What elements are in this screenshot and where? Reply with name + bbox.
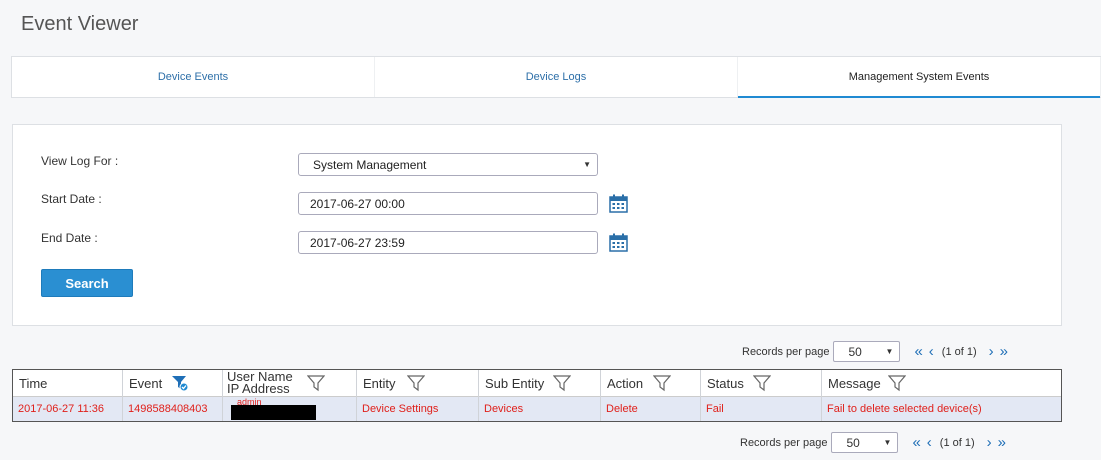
last-page-button[interactable]: » [1000,343,1008,360]
tab-device-logs[interactable]: Device Logs [375,57,738,97]
column-header-time[interactable]: Time [13,370,123,397]
calendar-icon[interactable] [609,233,628,252]
table-row[interactable]: 2017-06-27 11:36 1498588408403 admin Dev… [13,397,1061,421]
filter-active-icon[interactable] [171,374,189,392]
cell-event: 1498588408403 [123,397,223,421]
caret-down-icon: ▼ [583,160,591,169]
prev-page-button[interactable]: ‹ [929,343,934,360]
records-per-page-value: 50 [848,345,862,359]
records-per-page-select[interactable]: 50 ▼ [831,432,899,453]
view-log-for-value: System Management [313,158,427,172]
filter-icon[interactable] [753,374,771,392]
cell-entity: Device Settings [357,397,479,421]
column-header-status[interactable]: Status [701,370,822,397]
cell-user-ip: admin [223,397,357,421]
filter-icon[interactable] [307,374,325,392]
records-per-page-label: Records per page [742,345,830,358]
caret-down-icon: ▼ [883,438,892,447]
cell-sub-entity: Devices [479,397,601,421]
caret-down-icon: ▼ [885,347,894,356]
redacted-ip-address [231,405,316,420]
cell-message: Fail to delete selected device(s) [827,403,982,415]
first-page-button[interactable]: « [914,343,922,360]
calendar-icon[interactable] [609,194,628,213]
cell-time: 2017-06-27 11:36 [13,397,123,421]
last-page-button[interactable]: » [998,434,1006,451]
view-log-for-label: View Log For : [41,154,119,168]
view-log-for-select[interactable]: System Management ▼ [298,153,598,176]
column-header-entity[interactable]: Entity [357,370,479,397]
end-date-label: End Date : [41,231,98,245]
column-header-sub-entity[interactable]: Sub Entity [479,370,601,397]
first-page-button[interactable]: « [912,434,920,451]
prev-page-button[interactable]: ‹ [927,434,932,451]
page-title: Event Viewer [21,13,139,35]
end-date-input[interactable]: 2017-06-27 23:59 [298,231,598,254]
next-page-button[interactable]: › [989,343,994,360]
records-per-page-value: 50 [846,436,860,450]
pager-bottom: Records per page 50 ▼ « ‹ (1 of 1) › » [740,432,1006,453]
column-header-message[interactable]: Message [822,370,1061,397]
page-info: (1 of 1) [941,345,977,358]
tab-management-system-events[interactable]: Management System Events [738,57,1101,98]
search-button[interactable]: Search [41,269,133,297]
tab-bar: Device Events Device Logs Management Sys… [11,56,1101,98]
next-page-button[interactable]: › [987,434,992,451]
records-per-page-label: Records per page [740,436,828,449]
start-date-label: Start Date : [41,192,102,206]
table-header: Time Event User Name IP Address Entity Su… [13,370,1061,397]
page-info: (1 of 1) [939,436,975,449]
column-header-ip-address: IP Address [227,381,290,396]
events-table: Time Event User Name IP Address Entity Su… [12,369,1062,422]
column-header-user-ip[interactable]: User Name IP Address [223,370,357,397]
cell-status: Fail [701,397,822,421]
cell-action: Delete [601,397,701,421]
filter-panel: View Log For : System Management ▼ Start… [12,124,1062,326]
records-per-page-select[interactable]: 50 ▼ [833,341,901,362]
filter-icon[interactable] [553,374,571,392]
column-header-action[interactable]: Action [601,370,701,397]
filter-icon[interactable] [888,374,906,392]
pager-top: Records per page 50 ▼ « ‹ (1 of 1) › » [742,341,1008,362]
column-header-event[interactable]: Event [123,370,223,397]
start-date-input[interactable]: 2017-06-27 00:00 [298,192,598,215]
filter-icon[interactable] [653,374,671,392]
tab-device-events[interactable]: Device Events [12,57,375,97]
filter-icon[interactable] [407,374,425,392]
